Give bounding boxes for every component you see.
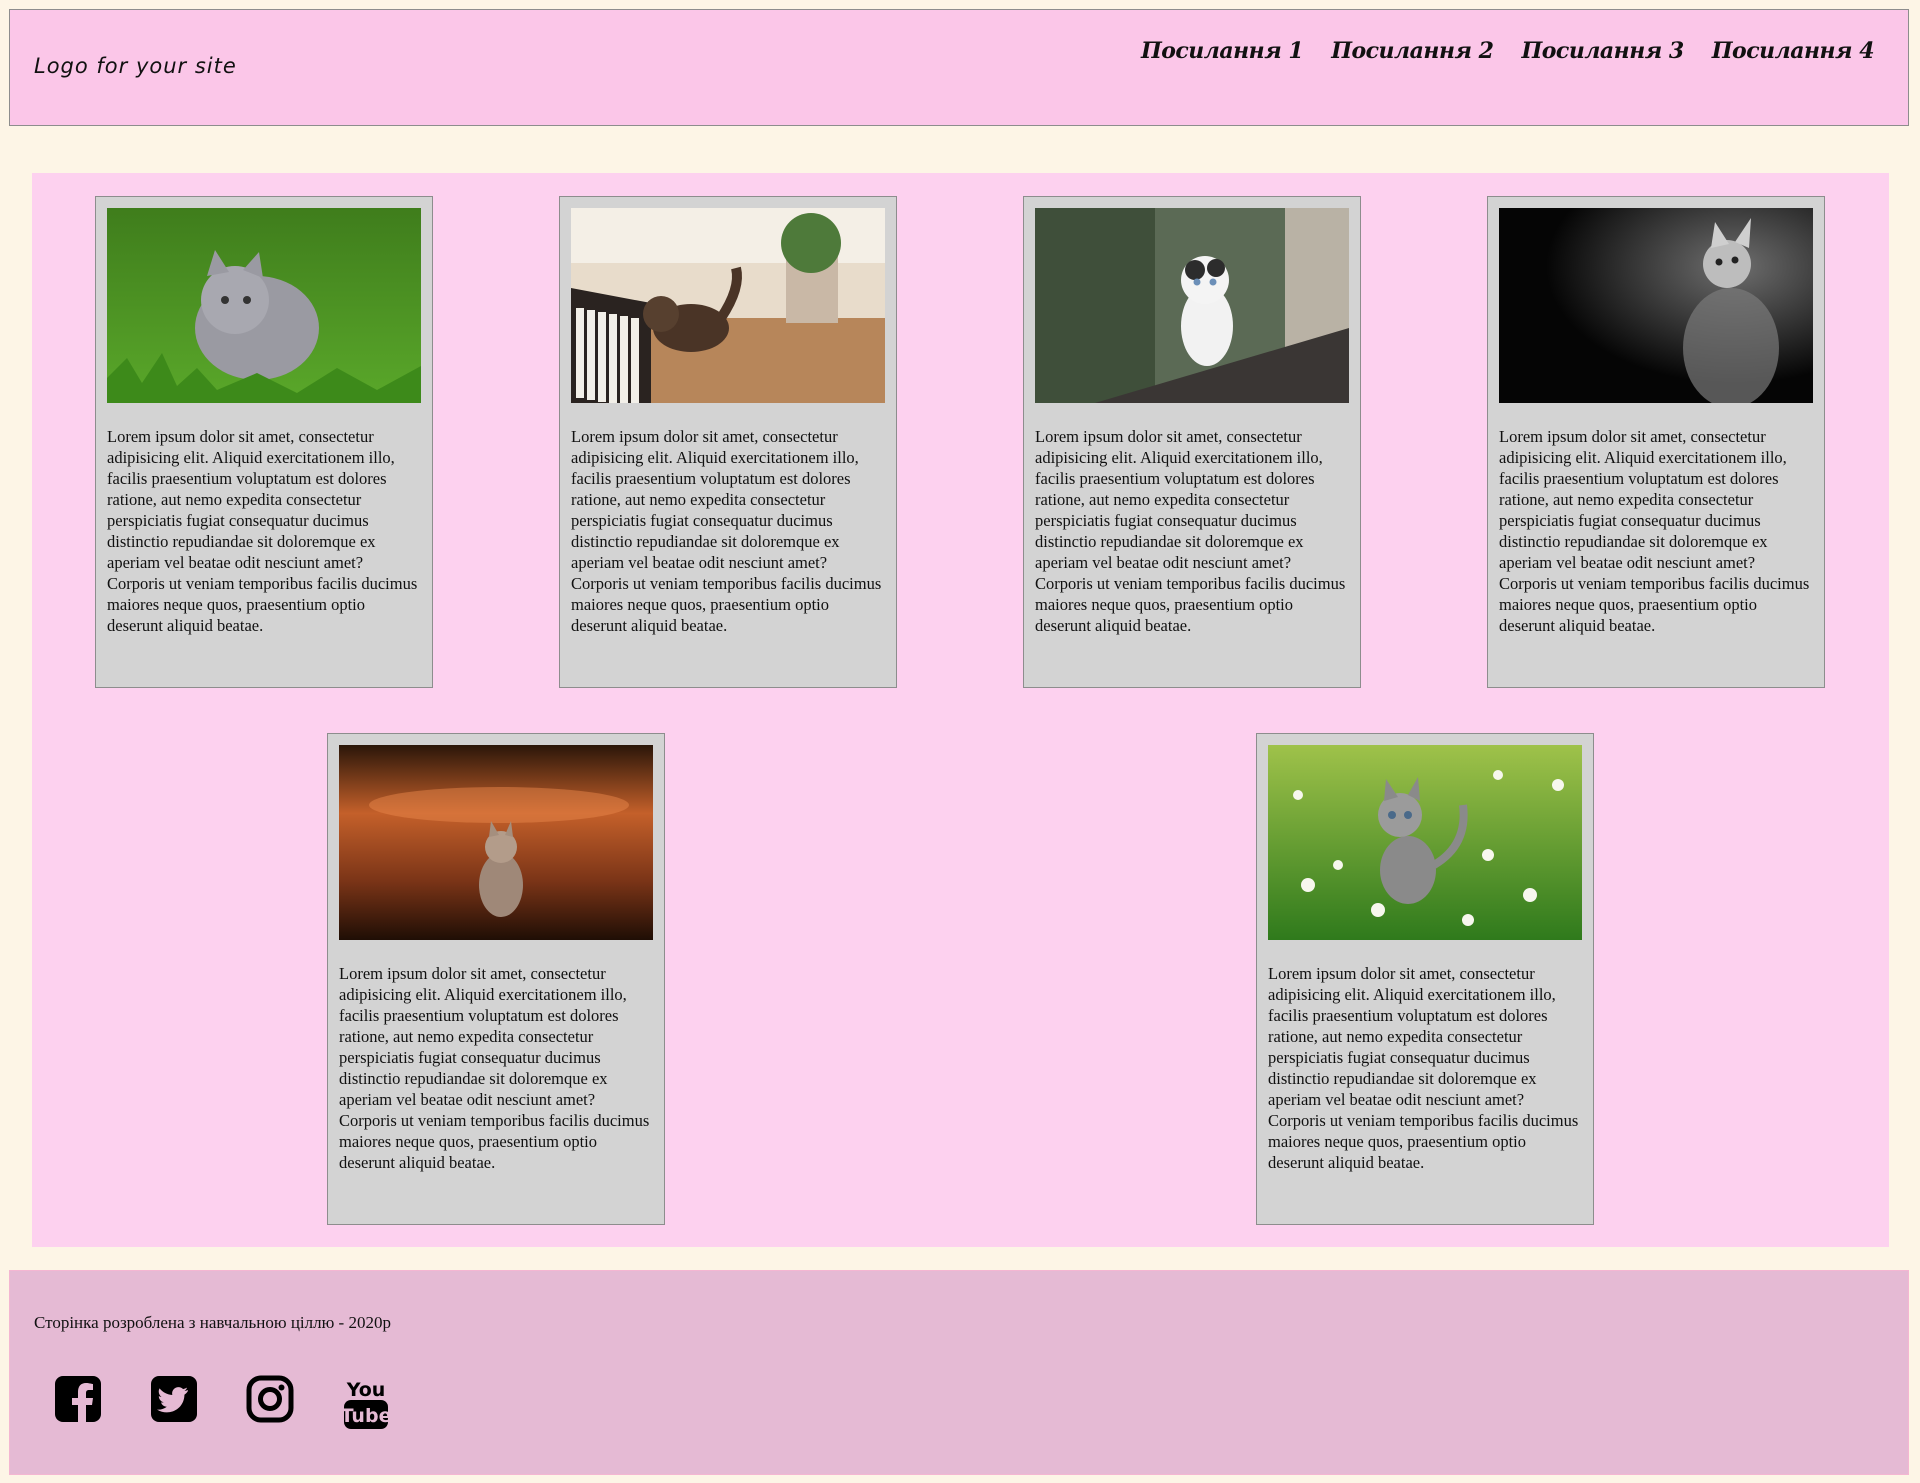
site-header: Logo for your site Посилання 1 Посилання… (9, 9, 1909, 126)
dark-kitten-photo (1499, 208, 1813, 403)
card-text: Lorem ipsum dolor sit amet, consectetur … (1268, 964, 1579, 1172)
card-1: Lorem ipsum dolor sit amet, consectetur … (95, 196, 433, 688)
facebook-icon[interactable] (54, 1375, 102, 1431)
instagram-icon[interactable] (246, 1375, 294, 1431)
site-footer: Сторінка розроблена з навчальною ціллю -… (9, 1270, 1909, 1475)
nav-link-4[interactable]: Посилання 4 (1712, 38, 1875, 64)
card-5: Lorem ipsum dolor sit amet, consectetur … (327, 733, 665, 1225)
nav-link-1[interactable]: Посилання 1 (1141, 38, 1304, 64)
main-nav: Посилання 1 Посилання 2 Посилання 3 Поси… (1141, 38, 1875, 64)
twitter-icon[interactable] (150, 1375, 198, 1431)
card-text: Lorem ipsum dolor sit amet, consectetur … (1499, 427, 1810, 635)
card-text: Lorem ipsum dolor sit amet, consectetur … (107, 427, 418, 635)
site-logo[interactable]: Logo for your site (34, 54, 237, 78)
card-4: Lorem ipsum dolor sit amet, consectetur … (1487, 196, 1825, 688)
sunset-kitten-photo (339, 745, 653, 940)
social-links: You Tube (54, 1375, 391, 1431)
nav-link-3[interactable]: Посилання 3 (1521, 38, 1684, 64)
piano-kitten-photo (571, 208, 885, 403)
card-text: Lorem ipsum dolor sit amet, consectetur … (1035, 427, 1346, 635)
card-text: Lorem ipsum dolor sit amet, consectetur … (571, 427, 882, 635)
tabby-kitten-photo (1268, 745, 1582, 940)
card-6: Lorem ipsum dolor sit amet, consectetur … (1256, 733, 1594, 1225)
card-text: Lorem ipsum dolor sit amet, consectetur … (339, 964, 650, 1172)
card-2: Lorem ipsum dolor sit amet, consectetur … (559, 196, 897, 688)
cards-section: Lorem ipsum dolor sit amet, consectetur … (32, 173, 1889, 1247)
grey-kitten-photo (107, 208, 421, 403)
svg-text:Tube: Tube (342, 1405, 390, 1427)
youtube-icon[interactable]: You Tube (341, 1375, 391, 1431)
footer-note: Сторінка розроблена з навчальною ціллю -… (34, 1313, 391, 1332)
svg-text:You: You (346, 1379, 386, 1401)
white-kitten-photo (1035, 208, 1349, 403)
card-3: Lorem ipsum dolor sit amet, consectetur … (1023, 196, 1361, 688)
nav-link-2[interactable]: Посилання 2 (1331, 38, 1494, 64)
